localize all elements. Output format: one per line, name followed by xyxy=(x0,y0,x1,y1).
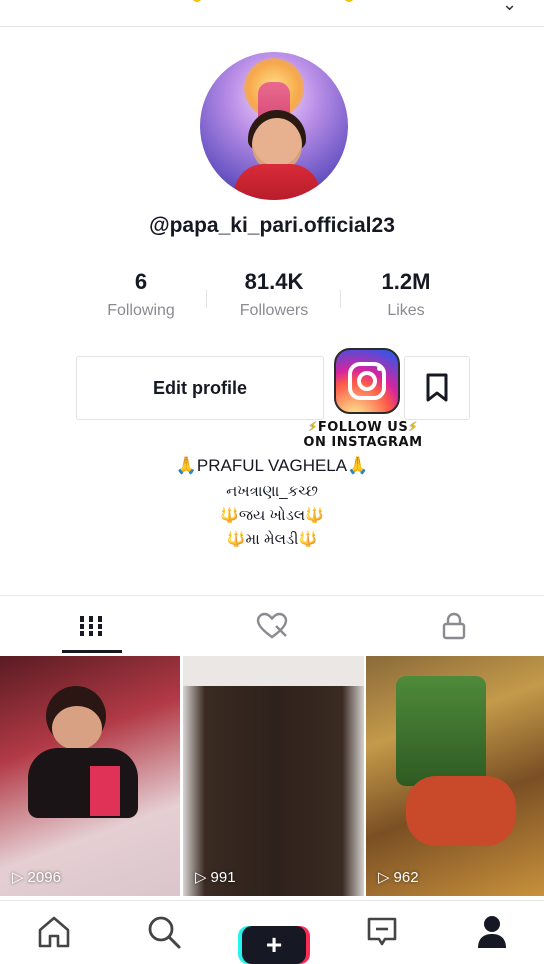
instagram-follow-overlay: ⚡FOLLOW US⚡ ON INSTAGRAM xyxy=(300,420,426,450)
plus-icon: + xyxy=(265,929,283,960)
divider xyxy=(0,595,544,596)
instagram-icon[interactable] xyxy=(334,348,400,414)
overlay-line-1: FOLLOW US xyxy=(317,420,409,435)
stat-value: 6 xyxy=(134,269,148,294)
stat-value: 81.4K xyxy=(244,269,304,294)
nav-profile[interactable] xyxy=(472,912,512,952)
menu-icon[interactable]: ⌄ xyxy=(502,0,517,15)
stat-followers[interactable]: 81.4K Followers xyxy=(209,268,339,320)
status-dot xyxy=(344,0,354,2)
play-icon: ▷ xyxy=(195,869,207,886)
person-icon xyxy=(478,916,506,948)
active-tab-indicator xyxy=(62,650,122,653)
overlay-line-2: ON INSTAGRAM xyxy=(303,435,423,450)
tab-videos[interactable] xyxy=(0,598,181,654)
bio-line: 🔱મા મેલડી🔱 xyxy=(226,531,318,548)
username: @papa_ki_pari.official23 xyxy=(149,214,395,237)
profile-avatar[interactable] xyxy=(200,52,348,200)
lightning-icon: ⚡ xyxy=(308,420,318,435)
trident-icon: 🔱 xyxy=(226,531,246,548)
bio-line: 🔱જય ખોડલ🔱 xyxy=(220,507,324,524)
bookmark-icon xyxy=(426,373,448,402)
status-dot xyxy=(192,0,202,2)
create-button[interactable]: + xyxy=(242,926,306,964)
lightning-icon: ⚡ xyxy=(408,420,418,435)
search-icon xyxy=(148,916,181,949)
view-count: ▷ 991 xyxy=(195,869,236,886)
stat-value: 1.2M xyxy=(381,269,431,294)
video-thumbnail[interactable]: ▷ 991 xyxy=(183,656,364,896)
nav-discover[interactable] xyxy=(144,912,184,952)
grid-icon xyxy=(79,616,102,636)
favorites-button[interactable] xyxy=(404,356,470,420)
play-icon: ▷ xyxy=(12,869,24,886)
stat-following[interactable]: 6 Following xyxy=(76,268,206,320)
edit-profile-button[interactable]: Edit profile xyxy=(76,356,324,420)
video-thumbnail[interactable]: ▷ 962 xyxy=(366,656,544,896)
pray-emoji-icon: 🙏 xyxy=(175,456,197,475)
nav-home[interactable] xyxy=(34,912,74,952)
divider xyxy=(206,290,207,308)
top-bar: ⌄ xyxy=(0,0,544,27)
stat-likes[interactable]: 1.2M Likes xyxy=(341,268,471,320)
stat-label: Likes xyxy=(387,302,425,319)
hidden-heart-icon xyxy=(256,612,287,639)
stat-label: Following xyxy=(107,302,175,319)
video-thumbnail[interactable]: ▷ 2096 xyxy=(0,656,180,896)
stat-label: Followers xyxy=(239,302,309,319)
lock-icon xyxy=(442,612,465,640)
bio-line: નખત્રાણા_કચ્છ xyxy=(226,483,318,500)
play-icon: ▷ xyxy=(378,869,390,886)
trident-icon: 🔱 xyxy=(305,507,324,524)
bio-line: 🙏PRAFUL VAGHELA🙏 xyxy=(175,456,369,475)
tab-liked[interactable] xyxy=(181,598,362,654)
pray-emoji-icon: 🙏 xyxy=(347,456,369,475)
view-count: ▷ 2096 xyxy=(12,869,61,886)
trident-icon: 🔱 xyxy=(298,531,318,548)
home-icon xyxy=(38,916,70,948)
view-count: ▷ 962 xyxy=(378,869,419,886)
nav-inbox[interactable] xyxy=(362,912,402,952)
inbox-icon xyxy=(367,917,397,946)
tab-private[interactable] xyxy=(363,598,544,654)
trident-icon: 🔱 xyxy=(220,507,239,524)
